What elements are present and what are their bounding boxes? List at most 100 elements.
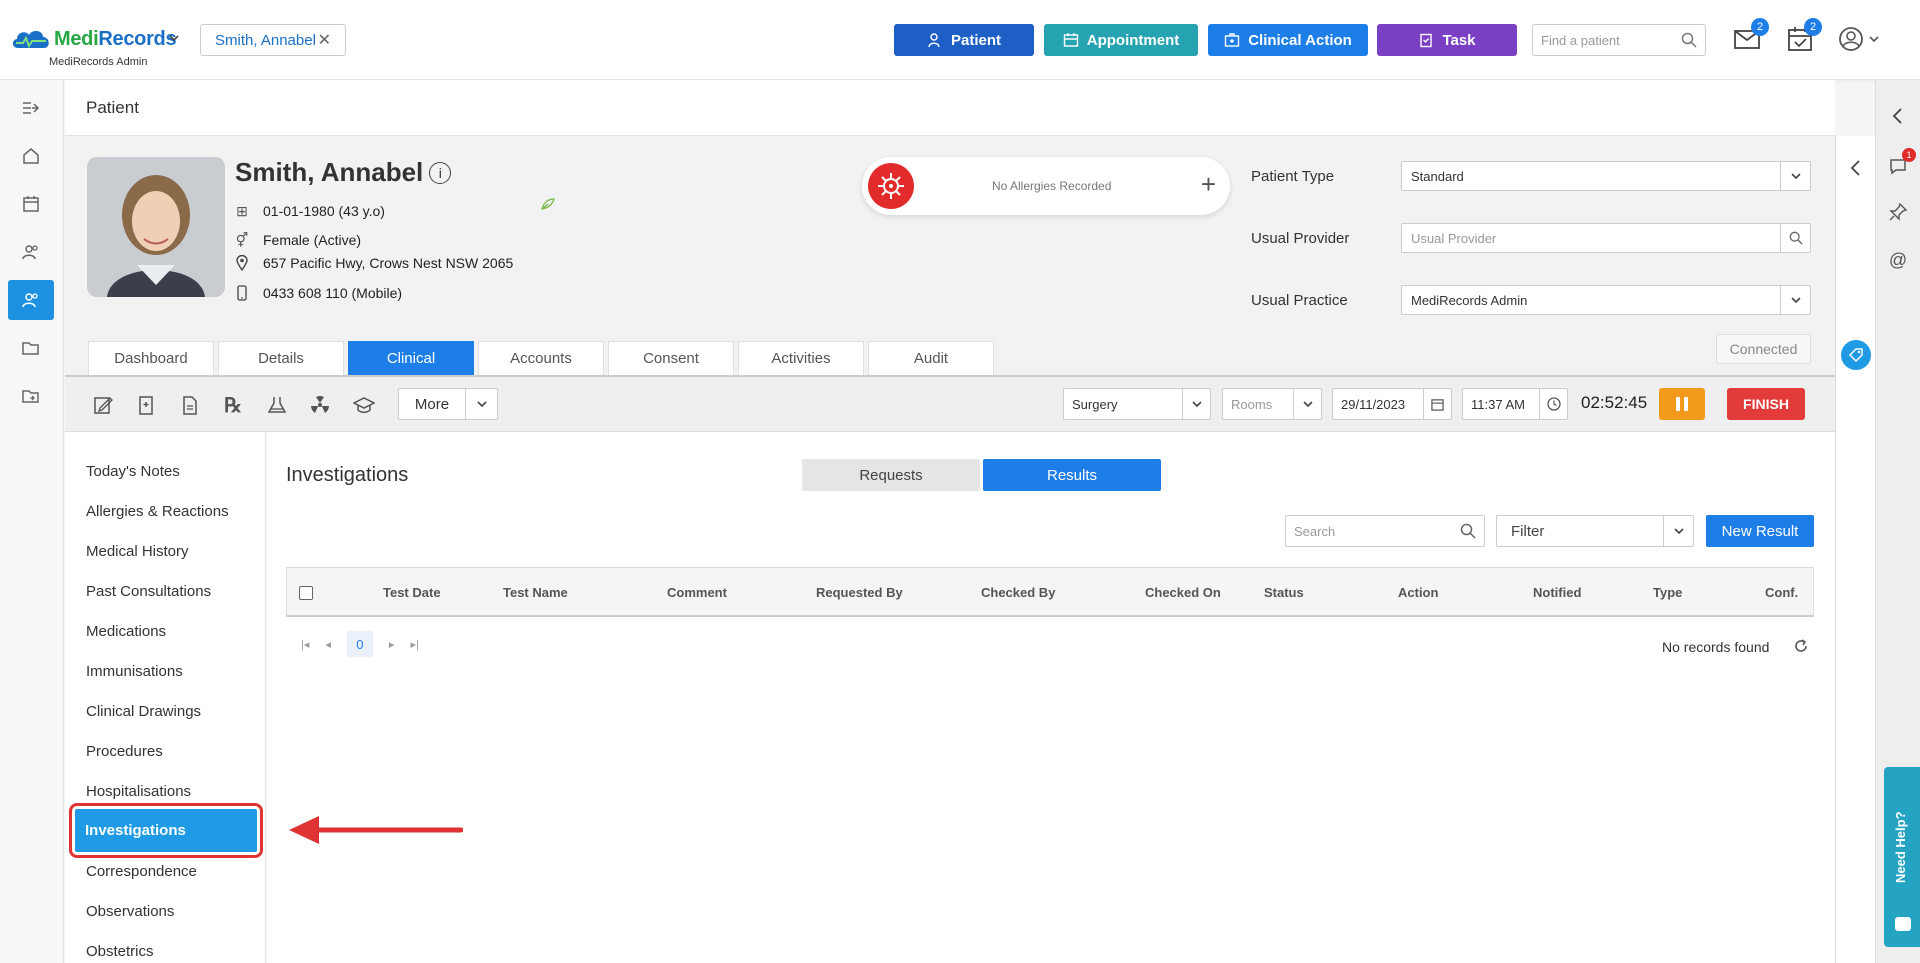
side-item-past-consultations[interactable]: Past Consultations — [86, 583, 211, 600]
side-item-procedures[interactable]: Procedures — [86, 743, 163, 760]
requests-tab[interactable]: Requests — [802, 459, 980, 491]
notifications-button[interactable]: 1 — [1886, 148, 1916, 178]
current-page[interactable]: 0 — [346, 631, 373, 657]
open-patient-tab[interactable]: Smith, Annabel ✕ — [200, 24, 346, 56]
filter-select[interactable]: Filter — [1496, 515, 1694, 547]
location-select[interactable]: Surgery — [1063, 388, 1211, 420]
clock-icon[interactable] — [1539, 389, 1567, 419]
side-item-obstetrics[interactable]: Obstetrics — [86, 943, 154, 960]
education-button[interactable] — [352, 393, 376, 417]
side-item-immunisations[interactable]: Immunisations — [86, 663, 183, 680]
search-icon[interactable] — [1460, 523, 1476, 539]
search-icon[interactable] — [1780, 224, 1810, 252]
chevron-down-icon[interactable] — [465, 389, 497, 419]
close-icon[interactable]: ✕ — [318, 30, 331, 50]
connected-status-button[interactable]: Connected — [1716, 334, 1811, 364]
tab-clinical[interactable]: Clinical — [348, 341, 474, 375]
nav-patients[interactable] — [8, 280, 54, 320]
calendar-icon[interactable] — [1423, 389, 1451, 419]
finish-button[interactable]: FINISH — [1727, 388, 1805, 420]
new-patient-button[interactable]: Patient — [894, 24, 1034, 56]
prev-page-icon[interactable]: ◂ — [325, 638, 331, 651]
results-tab[interactable]: Results — [983, 459, 1161, 491]
col-type[interactable]: Type — [1653, 585, 1682, 600]
notes-button[interactable] — [91, 393, 115, 417]
col-test-name[interactable]: Test Name — [503, 585, 568, 600]
time-input[interactable]: 11:37 AM — [1462, 388, 1568, 420]
pause-button[interactable] — [1659, 388, 1705, 420]
col-requested-by[interactable]: Requested By — [816, 585, 903, 600]
chevron-down-icon[interactable] — [1663, 516, 1693, 546]
nav-folders[interactable] — [8, 328, 54, 368]
side-item-allergies[interactable]: Allergies & Reactions — [86, 503, 229, 520]
chevron-down-icon[interactable] — [1780, 162, 1810, 190]
tasks-button[interactable]: 2 — [1786, 18, 1822, 56]
tab-accounts[interactable]: Accounts — [478, 341, 604, 375]
radiology-button[interactable] — [308, 393, 332, 417]
prescription-button[interactable]: ℞ — [221, 393, 245, 417]
chevron-down-icon[interactable] — [1182, 389, 1210, 419]
add-allergy-icon[interactable]: + — [1201, 169, 1216, 200]
need-help-button[interactable]: Need Help? — [1884, 767, 1920, 947]
chevron-down-icon[interactable] — [1293, 389, 1321, 419]
nav-calendar[interactable] — [8, 184, 54, 224]
usual-practice-select[interactable]: MediRecords Admin — [1401, 285, 1811, 315]
next-page-icon[interactable]: ▸ — [389, 638, 395, 651]
expand-nav-button[interactable] — [8, 88, 54, 128]
user-menu-button[interactable] — [1838, 26, 1884, 56]
messages-button[interactable]: 2 — [1733, 18, 1769, 56]
pin-button[interactable] — [1886, 200, 1910, 224]
leaf-icon[interactable] — [540, 197, 556, 211]
patient-photo[interactable] — [87, 157, 225, 297]
col-conf[interactable]: Conf. — [1765, 585, 1798, 600]
pathology-button[interactable] — [265, 393, 289, 417]
tab-activities[interactable]: Activities — [738, 341, 864, 375]
referral-button[interactable] — [178, 393, 202, 417]
col-notified[interactable]: Notified — [1533, 585, 1581, 600]
expand-panel-button[interactable] — [1886, 104, 1910, 128]
side-item-todays-notes[interactable]: Today's Notes — [86, 463, 180, 480]
col-test-date[interactable]: Test Date — [383, 585, 441, 600]
col-action[interactable]: Action — [1398, 585, 1438, 600]
side-item-investigations[interactable]: Investigations — [69, 803, 263, 858]
side-item-clinical-drawings[interactable]: Clinical Drawings — [86, 703, 201, 720]
tab-dashboard[interactable]: Dashboard — [88, 341, 214, 375]
chevron-down-icon[interactable] — [168, 32, 180, 44]
info-icon[interactable]: i — [429, 161, 452, 184]
rooms-select[interactable]: Rooms — [1222, 388, 1322, 420]
col-status[interactable]: Status — [1264, 585, 1304, 600]
date-input[interactable]: 29/11/2023 — [1332, 388, 1452, 420]
tab-consent[interactable]: Consent — [608, 341, 734, 375]
medirecords-logo[interactable]: MediRecords — [10, 26, 177, 52]
clinical-action-button[interactable]: Clinical Action — [1208, 24, 1368, 56]
chevron-down-icon[interactable] — [1780, 286, 1810, 314]
allergies-card[interactable]: No Allergies Recorded + — [862, 157, 1230, 215]
nav-home[interactable] — [8, 136, 54, 176]
select-all-checkbox[interactable] — [299, 586, 313, 600]
side-item-correspondence[interactable]: Correspondence — [86, 863, 197, 880]
side-item-medical-history[interactable]: Medical History — [86, 543, 189, 560]
new-appointment-button[interactable]: Appointment — [1044, 24, 1198, 56]
mentions-button[interactable]: @ — [1886, 248, 1910, 272]
col-checked-on[interactable]: Checked On — [1145, 585, 1221, 600]
tab-audit[interactable]: Audit — [868, 341, 994, 375]
side-item-medications[interactable]: Medications — [86, 623, 166, 640]
usual-provider-input[interactable]: Usual Provider — [1401, 223, 1811, 253]
more-button[interactable]: More — [398, 388, 498, 420]
tags-button[interactable] — [1841, 340, 1871, 370]
new-result-button[interactable]: New Result — [1706, 515, 1814, 547]
find-patient-input[interactable]: Find a patient — [1532, 24, 1706, 56]
search-icon[interactable] — [1681, 32, 1697, 48]
first-page-icon[interactable]: |◂ — [301, 638, 309, 651]
refresh-icon[interactable] — [1793, 638, 1809, 654]
tab-details[interactable]: Details — [218, 341, 344, 375]
nav-contacts[interactable] — [8, 232, 54, 272]
search-input[interactable]: Search — [1285, 515, 1485, 547]
col-comment[interactable]: Comment — [667, 585, 727, 600]
collapse-panel-button[interactable] — [1844, 156, 1868, 180]
new-task-button[interactable]: Task — [1377, 24, 1517, 56]
side-item-observations[interactable]: Observations — [86, 903, 174, 920]
last-page-icon[interactable]: ▸| — [410, 638, 418, 651]
patient-type-select[interactable]: Standard — [1401, 161, 1811, 191]
open-patient-name[interactable]: Smith, Annabel — [215, 32, 316, 49]
